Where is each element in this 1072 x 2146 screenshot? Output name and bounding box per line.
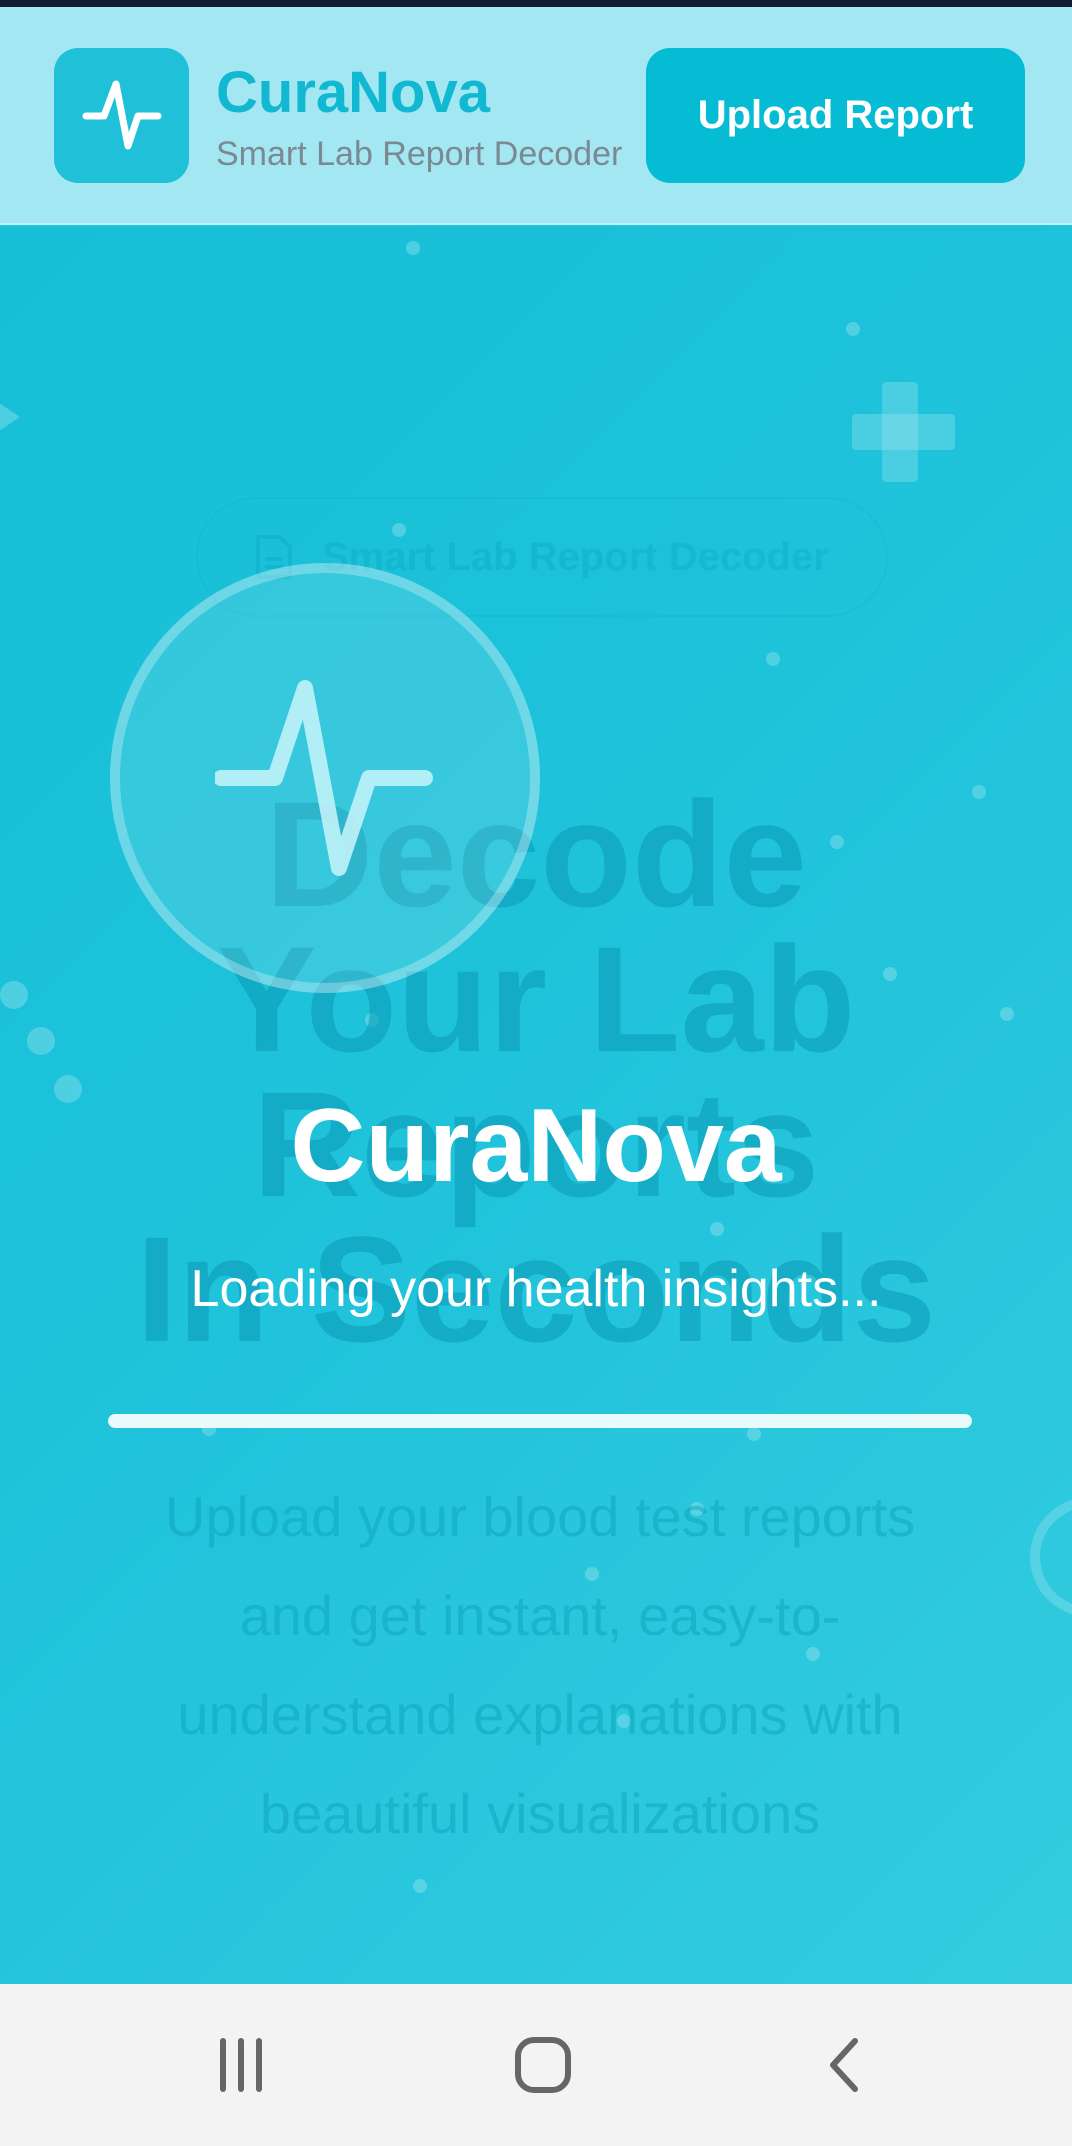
brand-title: CuraNova — [216, 60, 490, 125]
hero-section: Smart Lab Report Decoder Decode Your Lab… — [0, 227, 1072, 1984]
back-icon — [830, 2038, 858, 2092]
app-logo[interactable] — [54, 48, 189, 183]
app-header: CuraNova Smart Lab Report Decoder Upload… — [0, 7, 1072, 225]
system-navigation-bar — [0, 1984, 1072, 2146]
pulse-icon — [215, 680, 433, 876]
back-button[interactable] — [800, 2020, 890, 2110]
recent-apps-icon — [220, 2038, 262, 2092]
status-bar — [0, 0, 1072, 7]
loading-progress-fill — [108, 1414, 972, 1428]
home-button[interactable] — [498, 2020, 588, 2110]
recent-apps-button[interactable] — [196, 2020, 286, 2110]
loader-title: CuraNova — [290, 1088, 782, 1204]
loader-icon-circle — [110, 563, 540, 993]
upload-report-button[interactable]: Upload Report — [646, 48, 1025, 183]
pulse-icon — [82, 80, 161, 149]
loading-progress-bar — [108, 1414, 972, 1428]
brand-subtitle: Smart Lab Report Decoder — [216, 135, 623, 173]
loader-subtitle: Loading your health insights... — [190, 1260, 882, 1318]
home-icon — [515, 2037, 571, 2093]
